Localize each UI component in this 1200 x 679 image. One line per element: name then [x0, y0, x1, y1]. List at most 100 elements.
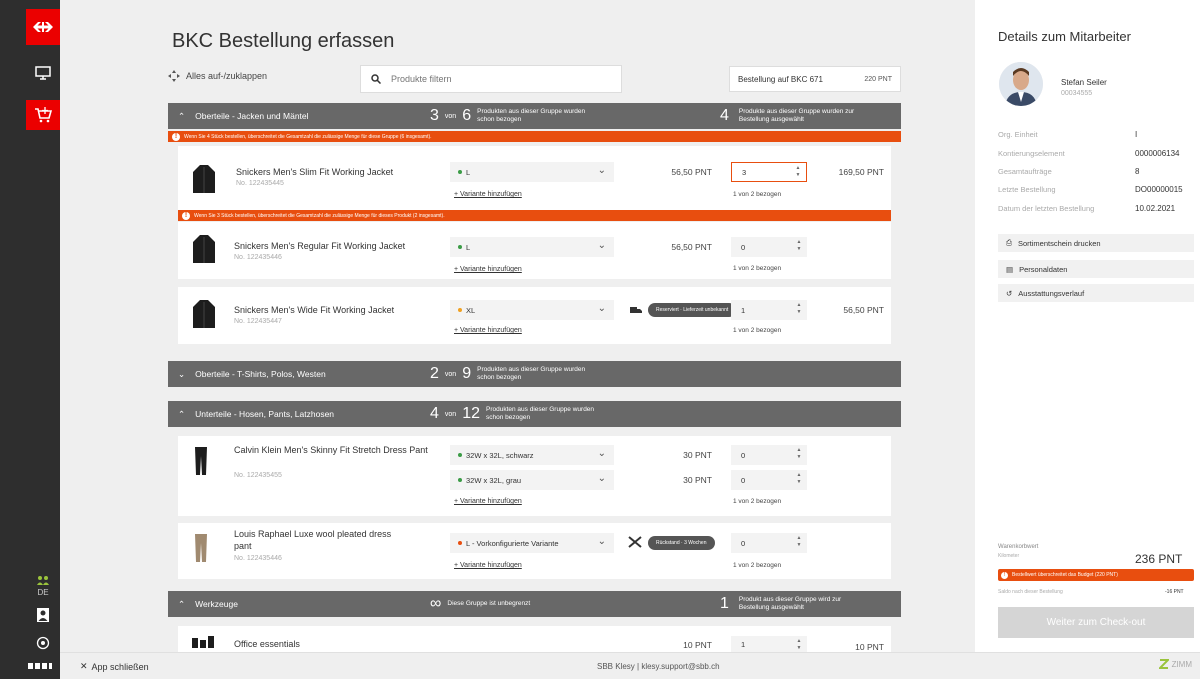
- group-total: 12: [462, 405, 480, 422]
- jacket-image: [192, 164, 216, 194]
- variant-select[interactable]: 32W x 32L, grau ⌄: [450, 470, 614, 490]
- stepper-arrows-icon[interactable]: ▲ ▼: [795, 447, 803, 461]
- availability-dot: [458, 170, 462, 174]
- quantity-value: 0: [741, 538, 746, 548]
- unit-price: 56,50 PNT: [671, 242, 712, 252]
- personal-data-button[interactable]: ▤ Personaldaten: [998, 260, 1194, 278]
- variant-select[interactable]: 32W x 32L, schwarz ⌄: [450, 445, 614, 465]
- quantity-stepper[interactable]: 1 ▲ ▼: [731, 636, 807, 652]
- add-variant-link[interactable]: + Variante hinzufügen: [454, 562, 522, 569]
- variant-label: L: [466, 167, 471, 177]
- office-image: [192, 636, 216, 650]
- close-app-label: App schließen: [91, 661, 149, 672]
- support-text: SBB Klesy | klesy.support@sbb.ch: [597, 662, 720, 671]
- stepper-arrows-icon[interactable]: ▲ ▼: [794, 165, 802, 179]
- monitor-icon[interactable]: [26, 58, 60, 88]
- product-search[interactable]: [360, 65, 622, 93]
- pants-image: [194, 446, 208, 476]
- add-variant-link[interactable]: + Variante hinzufügen: [454, 327, 522, 334]
- field-value: DO00000015: [1135, 185, 1183, 194]
- group-von: von: [444, 112, 457, 120]
- quantity-value: 1: [741, 305, 746, 315]
- delivery-tooltip: Reserviert · Lieferzeit unbekannt: [648, 303, 737, 317]
- chevron-down-icon: ⌄: [597, 448, 606, 459]
- stepper-arrows-icon[interactable]: ▲ ▼: [795, 535, 803, 549]
- main-content: BKC Bestellung erfassen Alles auf-/zukla…: [60, 0, 975, 652]
- panel-title: Details zum Mitarbeiter: [998, 29, 1131, 44]
- field-label: Datum der letzten Bestellung: [998, 204, 1095, 213]
- product-name: Louis Raphael Luxe wool pleated dress pa…: [234, 529, 392, 551]
- variant-select[interactable]: L - Vorkonfigurierte Variante ⌄: [450, 533, 614, 553]
- availability-dot: [458, 308, 462, 312]
- history-icon: ↺: [1006, 288, 1013, 298]
- quantity-stepper[interactable]: 0 ▲ ▼: [731, 445, 807, 465]
- language-switch[interactable]: DE: [26, 588, 60, 597]
- group-desc: Produkten aus dieser Gruppe wurden schon…: [477, 108, 586, 123]
- variant-select[interactable]: L ⌄: [450, 237, 614, 257]
- product-name: Snickers Men's Wide Fit Working Jacket: [234, 305, 395, 315]
- group-von: von: [444, 370, 457, 378]
- availability-dot: [458, 453, 462, 457]
- close-icon: ✕: [80, 661, 88, 671]
- quantity-stepper[interactable]: 0 ▲ ▼: [731, 533, 807, 553]
- variant-label: L: [466, 242, 471, 252]
- button-label: Sortimentschein drucken: [1018, 238, 1101, 248]
- quantity-stepper[interactable]: 3 ▲ ▼: [731, 162, 807, 182]
- availability-dot: [458, 541, 462, 545]
- cart-icon[interactable]: [26, 100, 60, 130]
- klesy-logo: [20, 652, 60, 679]
- variant-select[interactable]: XL ⌄: [450, 300, 614, 320]
- search-input[interactable]: [391, 74, 591, 84]
- add-variant-link[interactable]: + Variante hinzufügen: [454, 191, 522, 198]
- quantity-stepper[interactable]: 1 ▲ ▼: [731, 300, 807, 320]
- stepper-arrows-icon[interactable]: ▲ ▼: [795, 302, 803, 316]
- stepper-arrows-icon[interactable]: ▲ ▼: [795, 472, 803, 486]
- button-label: Ausstattungsverlauf: [1018, 288, 1085, 298]
- employee-panel: Details zum Mitarbeiter Stefan Seiler 00…: [975, 0, 1200, 652]
- chevron-down-icon: ⌄: [178, 368, 186, 379]
- stepper-arrows-icon[interactable]: ▲ ▼: [795, 638, 803, 652]
- infinity-icon: ∞: [430, 595, 442, 612]
- stepper-arrows-icon[interactable]: ▲ ▼: [795, 239, 803, 253]
- quantity-stepper[interactable]: 0 ▲ ▼: [731, 470, 807, 490]
- print-assortment-button[interactable]: ⎙ Sortimentschein drucken: [998, 234, 1194, 252]
- product-card: Office essentials 10 PNT 1 ▲ ▼ 10 PNT: [178, 626, 891, 652]
- add-variant-link[interactable]: + Variante hinzufügen: [454, 266, 522, 273]
- equipment-history-button[interactable]: ↺ Ausstattungsverlauf: [998, 284, 1194, 302]
- group-header-hosen[interactable]: ⌃ Unterteile - Hosen, Pants, Latzhosen 4…: [168, 401, 901, 427]
- group-header-jacken[interactable]: ⌃ Oberteile - Jacken und Mäntel 3 von 6 …: [168, 103, 901, 129]
- variant-label: 32W x 32L, grau: [466, 475, 522, 485]
- product-name: Office essentials: [234, 639, 300, 649]
- product-card: Snickers Men's Slim Fit Working Jacket N…: [178, 146, 891, 210]
- avatar: [999, 62, 1043, 106]
- group-selected-count: 1: [720, 595, 729, 612]
- group-desc: Produkten aus dieser Gruppe wurden schon…: [486, 406, 595, 421]
- chevron-down-icon: ⌄: [597, 240, 606, 251]
- user-profile-icon[interactable]: [26, 600, 60, 630]
- expand-collapse-icon: [168, 70, 180, 82]
- product-number: No. 122435446: [234, 555, 282, 562]
- variant-select[interactable]: L ⌄: [450, 162, 614, 182]
- quantity-value: 3: [742, 167, 747, 177]
- group-header-werkzeuge[interactable]: ⌃ Werkzeuge ∞ Diese Gruppe ist unbegrenz…: [168, 591, 901, 617]
- sbb-logo[interactable]: [26, 9, 60, 45]
- budget-selector[interactable]: Bestellung auf BKC 671 220 PNT: [729, 66, 901, 92]
- budget-warning-text: Bestellwert überschreitet das Budget (22…: [1012, 572, 1118, 578]
- product-name: Snickers Men's Slim Fit Working Jacket: [236, 167, 394, 177]
- chevron-up-icon: ⌃: [178, 408, 186, 419]
- close-app-button[interactable]: ✕ App schließen: [80, 661, 149, 672]
- quantity-stepper[interactable]: 0 ▲ ▼: [731, 237, 807, 257]
- checkout-button[interactable]: Weiter zum Check-out: [998, 607, 1194, 638]
- brand-mark-icon: [1158, 659, 1169, 669]
- expand-all-toggle[interactable]: Alles auf-/zuklappen: [168, 70, 267, 82]
- search-icon: [371, 74, 381, 84]
- used-count: 1 von 2 bezogen: [733, 191, 782, 198]
- product-warning: ! Wenn Sie 3 Stück bestellen, überschrei…: [178, 210, 891, 221]
- used-count: 1 von 2 bezogen: [733, 498, 782, 505]
- group-header-tshirts[interactable]: ⌄ Oberteile - T-Shirts, Polos, Westen 2 …: [168, 361, 901, 387]
- group-count: 4: [430, 405, 439, 422]
- add-variant-link[interactable]: + Variante hinzufügen: [454, 498, 522, 505]
- used-count: 1 von 2 bezogen: [733, 562, 782, 569]
- brand-logo: ZIMM: [1158, 659, 1192, 669]
- field-label: Letzte Bestellung: [998, 185, 1056, 194]
